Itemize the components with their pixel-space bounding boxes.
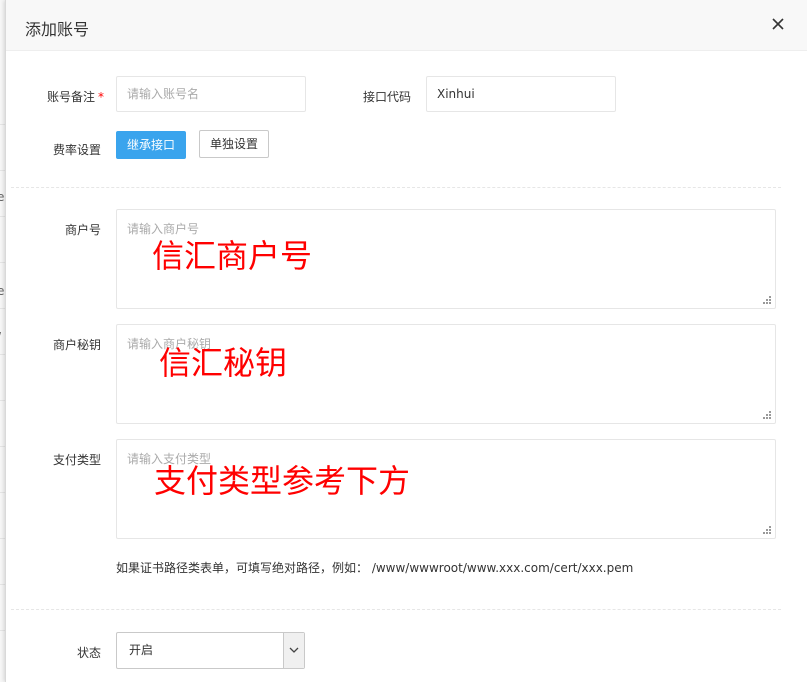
status-select[interactable]: 开启 bbox=[116, 632, 305, 669]
dialog-title: 添加账号 bbox=[25, 20, 90, 39]
chevron-down-icon bbox=[289, 647, 299, 653]
merchant-key-textarea[interactable] bbox=[117, 325, 775, 423]
interface-code-label: 接口代码 bbox=[362, 90, 411, 104]
merchant-no-field bbox=[116, 209, 776, 309]
merchant-key-field bbox=[116, 324, 776, 424]
section-divider bbox=[11, 609, 781, 610]
merchant-key-label: 商户秘钥 bbox=[52, 338, 101, 352]
status-selected-value: 开启 bbox=[129, 643, 154, 657]
pay-type-field bbox=[116, 439, 776, 539]
resize-grip-icon[interactable] bbox=[763, 296, 772, 305]
background-edge-text: e bbox=[0, 190, 5, 204]
merchant-no-textarea[interactable] bbox=[117, 210, 775, 308]
required-mark: * bbox=[98, 90, 104, 104]
status-label: 状态 bbox=[76, 646, 101, 660]
background-edge-text: e bbox=[0, 284, 5, 298]
inherit-interface-button[interactable]: 继承接口 bbox=[116, 131, 187, 159]
add-account-dialog: 添加账号 账号备注* 接口代码 费率设置 继承接口 单独设置 商户号 信汇商户号… bbox=[5, 0, 807, 682]
rate-setting-label: 费率设置 bbox=[52, 143, 101, 157]
close-icon bbox=[772, 18, 784, 30]
pay-type-textarea[interactable] bbox=[117, 440, 775, 538]
resize-grip-icon[interactable] bbox=[763, 411, 772, 420]
account-note-label-wrap: 账号备注 * bbox=[14, 88, 104, 105]
background-edge-text: / bbox=[0, 330, 1, 344]
resize-grip-icon[interactable] bbox=[763, 526, 772, 535]
cert-path-help-text: 如果证书路径类表单，可填写绝对路径，例如： /www/wwwroot/www.x… bbox=[116, 561, 634, 575]
dialog-header: 添加账号 bbox=[6, 0, 807, 51]
close-button[interactable] bbox=[768, 14, 788, 34]
account-note-label: 账号备注 bbox=[46, 90, 95, 104]
separate-setting-button[interactable]: 单独设置 bbox=[199, 130, 270, 158]
section-divider bbox=[11, 187, 781, 188]
pay-type-label: 支付类型 bbox=[52, 453, 101, 467]
merchant-no-label: 商户号 bbox=[64, 223, 101, 237]
account-note-input[interactable] bbox=[116, 76, 306, 112]
select-arrow-box bbox=[283, 633, 304, 668]
interface-code-input[interactable] bbox=[426, 76, 616, 112]
